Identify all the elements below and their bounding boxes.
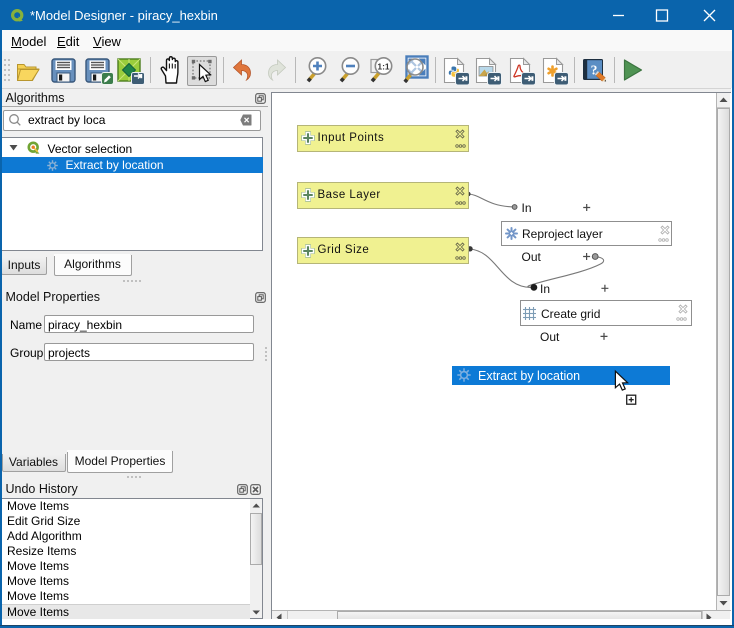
svg-text:1:1: 1:1	[377, 61, 390, 71]
